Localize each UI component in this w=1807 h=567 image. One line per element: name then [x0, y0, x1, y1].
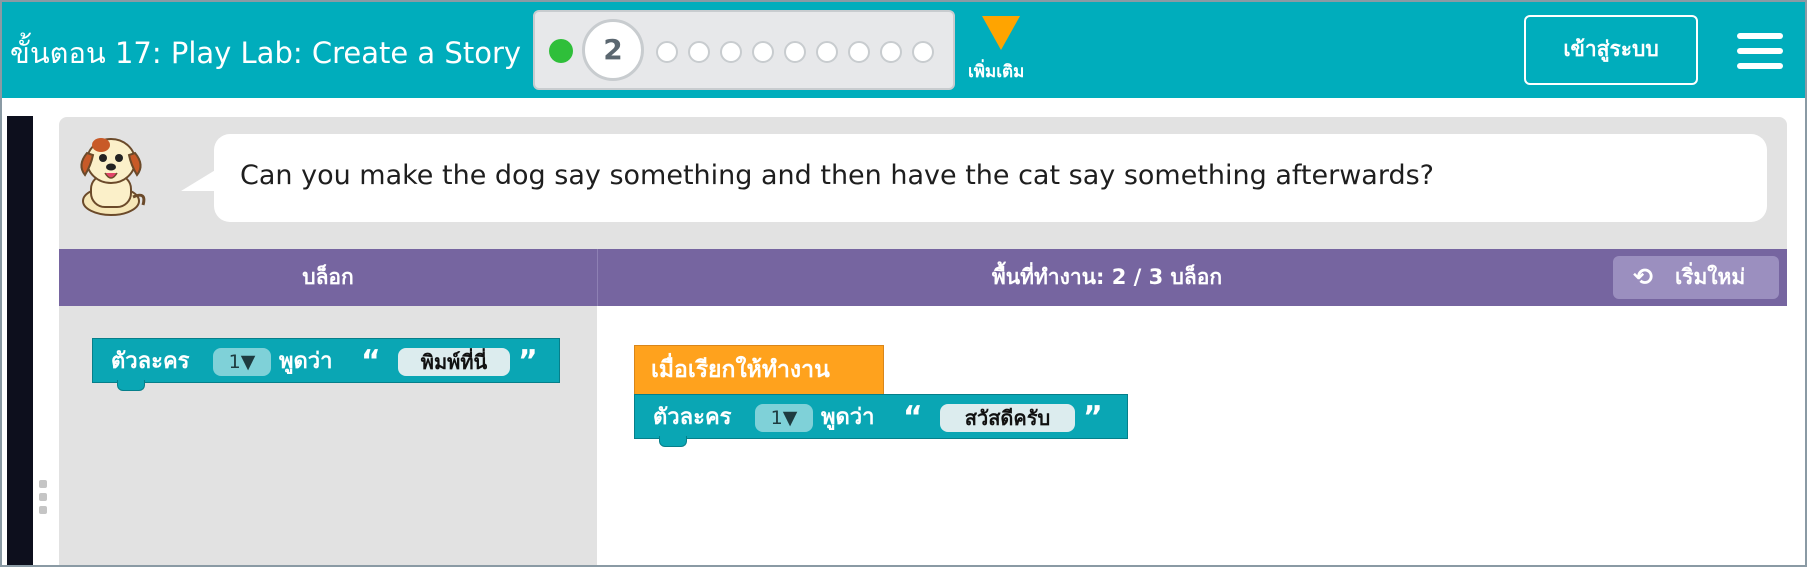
actor-dropdown[interactable]: 1▼	[755, 404, 813, 432]
level-dot[interactable]	[848, 41, 870, 63]
level-dot[interactable]	[784, 41, 806, 63]
block-label-actor: ตัวละคร	[111, 349, 190, 374]
level-dot[interactable]	[656, 41, 678, 63]
workspace-header-bar: บล็อก พื้นที่ทำงาน: 2 / 3 บล็อก ⟲ เริ่มใ…	[59, 249, 1787, 306]
workspace-title: พื้นที่ทำงาน: 2 / 3 บล็อก	[991, 265, 1223, 289]
toolbox-title: บล็อก	[59, 249, 598, 306]
say-block-workspace[interactable]: ตัวละคร 1▼ พูดว่า “ สวัสดีครับ ”	[634, 394, 1128, 447]
when-run-block[interactable]: เมื่อเรียกให้ทำงาน	[634, 345, 884, 395]
app-frame: ขั้นตอน 17: Play Lab: Create a Story 2 เ…	[0, 0, 1807, 567]
close-quote: ”	[518, 344, 538, 379]
block-label-say: พูดว่า	[279, 349, 333, 374]
sign-in-button[interactable]: เข้าสู่ระบบ	[1524, 15, 1698, 85]
instruction-bubble: Can you make the dog say something and t…	[214, 134, 1767, 222]
block-connector	[117, 380, 145, 391]
dog-character-icon	[73, 131, 149, 217]
more-arrow-icon[interactable]	[982, 16, 1020, 50]
code-workspace-panel: Can you make the dog say something and t…	[59, 117, 1787, 565]
level-dot[interactable]	[688, 41, 710, 63]
level-dot[interactable]	[752, 41, 774, 63]
level-dot-completed[interactable]	[549, 39, 573, 63]
workspace-area[interactable]: เมื่อเรียกให้ทำงาน ตัวละคร 1▼ พูดว่า “ ส…	[597, 306, 1787, 565]
level-dot[interactable]	[816, 41, 838, 63]
resize-grip-icon[interactable]	[39, 480, 47, 520]
toolbox-area: ตัวละคร 1▼ พูดว่า “ พิมพ์ที่นี่ ”	[59, 306, 597, 565]
instruction-text: Can you make the dog say something and t…	[240, 160, 1435, 191]
say-text-field[interactable]: พิมพ์ที่นี่	[398, 348, 510, 376]
block-label-actor: ตัวละคร	[653, 405, 732, 430]
close-quote: ”	[1083, 400, 1103, 435]
block-label-say: พูดว่า	[821, 405, 875, 430]
more-label[interactable]: เพิ่มเติม	[968, 58, 1024, 85]
actor-dropdown[interactable]: 1▼	[213, 348, 271, 376]
stage-title: ขั้นตอน 17: Play Lab: Create a Story	[10, 36, 522, 70]
open-quote: “	[903, 400, 923, 435]
level-progress: 2	[533, 10, 955, 90]
say-block-toolbox[interactable]: ตัวละคร 1▼ พูดว่า “ พิมพ์ที่นี่ ”	[92, 338, 560, 391]
reset-label: เริ่มใหม่	[1675, 265, 1746, 289]
level-dot-current[interactable]: 2	[582, 19, 644, 81]
reset-button[interactable]: ⟲ เริ่มใหม่	[1613, 256, 1779, 299]
undo-icon: ⟲	[1633, 263, 1654, 291]
block-connector	[659, 436, 687, 447]
top-header: ขั้นตอน 17: Play Lab: Create a Story 2 เ…	[2, 2, 1805, 98]
level-dot[interactable]	[880, 41, 902, 63]
speech-bubble-tail	[181, 169, 217, 191]
open-quote: “	[361, 344, 381, 379]
level-dot[interactable]	[720, 41, 742, 63]
level-dot[interactable]	[912, 41, 934, 63]
say-text-field[interactable]: สวัสดีครับ	[940, 404, 1075, 432]
hamburger-menu-icon[interactable]	[1737, 33, 1783, 69]
visualization-edge	[7, 116, 33, 565]
